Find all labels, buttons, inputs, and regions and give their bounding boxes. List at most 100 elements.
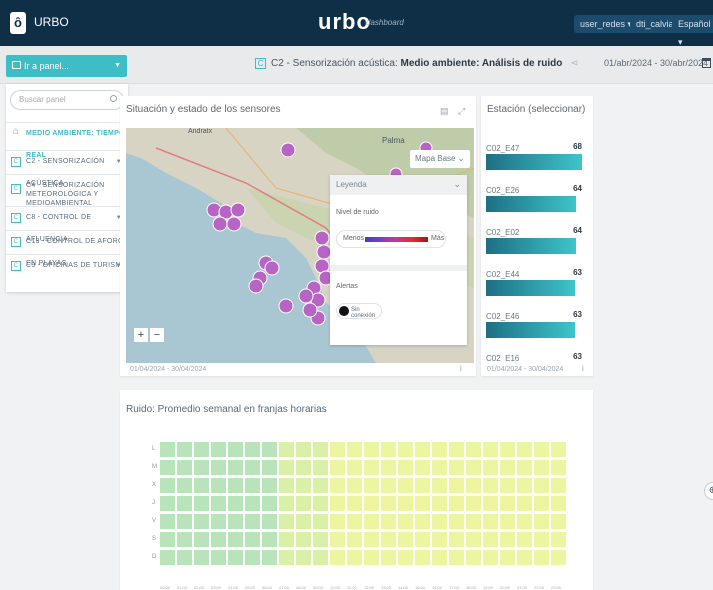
heatmap-cell[interactable] <box>364 514 379 529</box>
heatmap-cell[interactable] <box>347 514 362 529</box>
sidebar-item-c4[interactable]: C C4 - SENSORIZACIÓN METEOROLÓGICA Y MED… <box>6 174 128 207</box>
heatmap-cell[interactable] <box>262 496 277 511</box>
heatmap-cell[interactable] <box>330 532 345 547</box>
heatmap-cell[interactable] <box>364 442 379 457</box>
heatmap-cell[interactable] <box>245 442 260 457</box>
heatmap-cell[interactable] <box>466 550 481 565</box>
heatmap-cell[interactable] <box>432 514 447 529</box>
station-item[interactable]: C02_E02 64 <box>484 220 584 262</box>
heatmap-cell[interactable] <box>449 550 464 565</box>
sidebar-item-tiempo-real[interactable]: ⌂ MEDIO AMBIENTE: TIEMPO REAL <box>6 122 128 159</box>
download-icon[interactable]: ▤ <box>440 106 449 117</box>
heatmap-cell[interactable] <box>415 514 430 529</box>
heatmap-cell[interactable] <box>194 532 209 547</box>
heatmap-cell[interactable] <box>449 442 464 457</box>
language-menu-button[interactable]: Español ▾ <box>672 15 713 47</box>
heatmap-cell[interactable] <box>551 514 566 529</box>
heatmap-cell[interactable] <box>262 550 277 565</box>
collapse-icon[interactable]: ⌄ <box>453 179 461 190</box>
heatmap-cell[interactable] <box>534 550 549 565</box>
heatmap-cell[interactable] <box>517 478 532 493</box>
share-icon[interactable]: ⋖ <box>570 58 578 69</box>
heatmap-cell[interactable] <box>211 514 226 529</box>
heatmap-cell[interactable] <box>500 442 515 457</box>
info-icon[interactable]: i <box>582 364 584 373</box>
heatmap-cell[interactable] <box>211 496 226 511</box>
heatmap-cell[interactable] <box>517 532 532 547</box>
heatmap-cell[interactable] <box>466 514 481 529</box>
heatmap-cell[interactable] <box>330 460 345 475</box>
zoom-in-button[interactable]: + <box>134 328 148 342</box>
heatmap-cell[interactable] <box>381 442 396 457</box>
heatmap-cell[interactable] <box>534 478 549 493</box>
heatmap-cell[interactable] <box>160 460 175 475</box>
basemap-select[interactable]: Mapa Base ⌄ <box>410 150 470 168</box>
heatmap-cell[interactable] <box>313 514 328 529</box>
heatmap-cell[interactable] <box>517 496 532 511</box>
heatmap-cell[interactable] <box>279 478 294 493</box>
heatmap-cell[interactable] <box>245 460 260 475</box>
heatmap-cell[interactable] <box>245 514 260 529</box>
heatmap-cell[interactable] <box>483 460 498 475</box>
heatmap-cell[interactable] <box>432 478 447 493</box>
heatmap-cell[interactable] <box>347 496 362 511</box>
heatmap-cell[interactable] <box>313 442 328 457</box>
station-item[interactable]: C02_E46 63 <box>484 304 584 346</box>
heatmap-cell[interactable] <box>177 514 192 529</box>
sidebar-item-c8[interactable]: C C8 - CONTROL DE AFLUENCIA ▼ <box>6 206 128 243</box>
heatmap-cell[interactable] <box>296 460 311 475</box>
heatmap-cell[interactable] <box>466 442 481 457</box>
heatmap-cell[interactable] <box>398 478 413 493</box>
heatmap-cell[interactable] <box>364 478 379 493</box>
heatmap-cell[interactable] <box>211 532 226 547</box>
heatmap-cell[interactable] <box>500 460 515 475</box>
expand-icon[interactable]: ⤢ <box>458 106 465 117</box>
heatmap-cell[interactable] <box>415 532 430 547</box>
heatmap-cell[interactable] <box>262 460 277 475</box>
heatmap-cell[interactable] <box>415 460 430 475</box>
heatmap-cell[interactable] <box>534 532 549 547</box>
heatmap-cell[interactable] <box>449 532 464 547</box>
heatmap-cell[interactable] <box>432 460 447 475</box>
sidebar-item-c2[interactable]: C C2 - SENSORIZACIÓN ACÚSTICA ▼ <box>6 150 128 187</box>
heatmap-cell[interactable] <box>347 442 362 457</box>
heatmap-cell[interactable] <box>262 442 277 457</box>
heatmap-cell[interactable] <box>551 532 566 547</box>
heatmap-cell[interactable] <box>262 478 277 493</box>
search-input[interactable]: Buscar panel <box>10 90 124 110</box>
heatmap-cell[interactable] <box>398 496 413 511</box>
heatmap-cell[interactable] <box>381 460 396 475</box>
heatmap-cell[interactable] <box>347 460 362 475</box>
heatmap-cell[interactable] <box>415 478 430 493</box>
heatmap-cell[interactable] <box>500 532 515 547</box>
heatmap-cell[interactable] <box>432 442 447 457</box>
heatmap-cell[interactable] <box>279 496 294 511</box>
heatmap-cell[interactable] <box>160 532 175 547</box>
heatmap-cell[interactable] <box>211 550 226 565</box>
heatmap-cell[interactable] <box>534 442 549 457</box>
heatmap-cell[interactable] <box>500 478 515 493</box>
heatmap-cell[interactable] <box>228 550 243 565</box>
heatmap-cell[interactable] <box>330 442 345 457</box>
heatmap-cell[interactable] <box>466 532 481 547</box>
heatmap-cell[interactable] <box>313 460 328 475</box>
urbo-logo-icon[interactable]: ô <box>10 12 26 34</box>
floating-action-button[interactable]: ⊕ <box>704 482 713 500</box>
heatmap-cell[interactable] <box>364 460 379 475</box>
heatmap-cell[interactable] <box>398 532 413 547</box>
zoom-out-button[interactable]: − <box>150 328 164 342</box>
heatmap-cell[interactable] <box>364 532 379 547</box>
heatmap-cell[interactable] <box>551 478 566 493</box>
heatmap-cell[interactable] <box>534 460 549 475</box>
heatmap-cell[interactable] <box>483 550 498 565</box>
heatmap-cell[interactable] <box>517 442 532 457</box>
info-icon[interactable]: i <box>460 364 462 373</box>
heatmap-cell[interactable] <box>160 442 175 457</box>
heatmap-cell[interactable] <box>296 514 311 529</box>
user-menu-button[interactable]: user_redes ▾ <box>574 15 639 33</box>
heatmap-cell[interactable] <box>313 478 328 493</box>
heatmap-cell[interactable] <box>296 478 311 493</box>
heatmap-cell[interactable] <box>296 550 311 565</box>
heatmap-cell[interactable] <box>160 550 175 565</box>
heatmap-cell[interactable] <box>194 550 209 565</box>
